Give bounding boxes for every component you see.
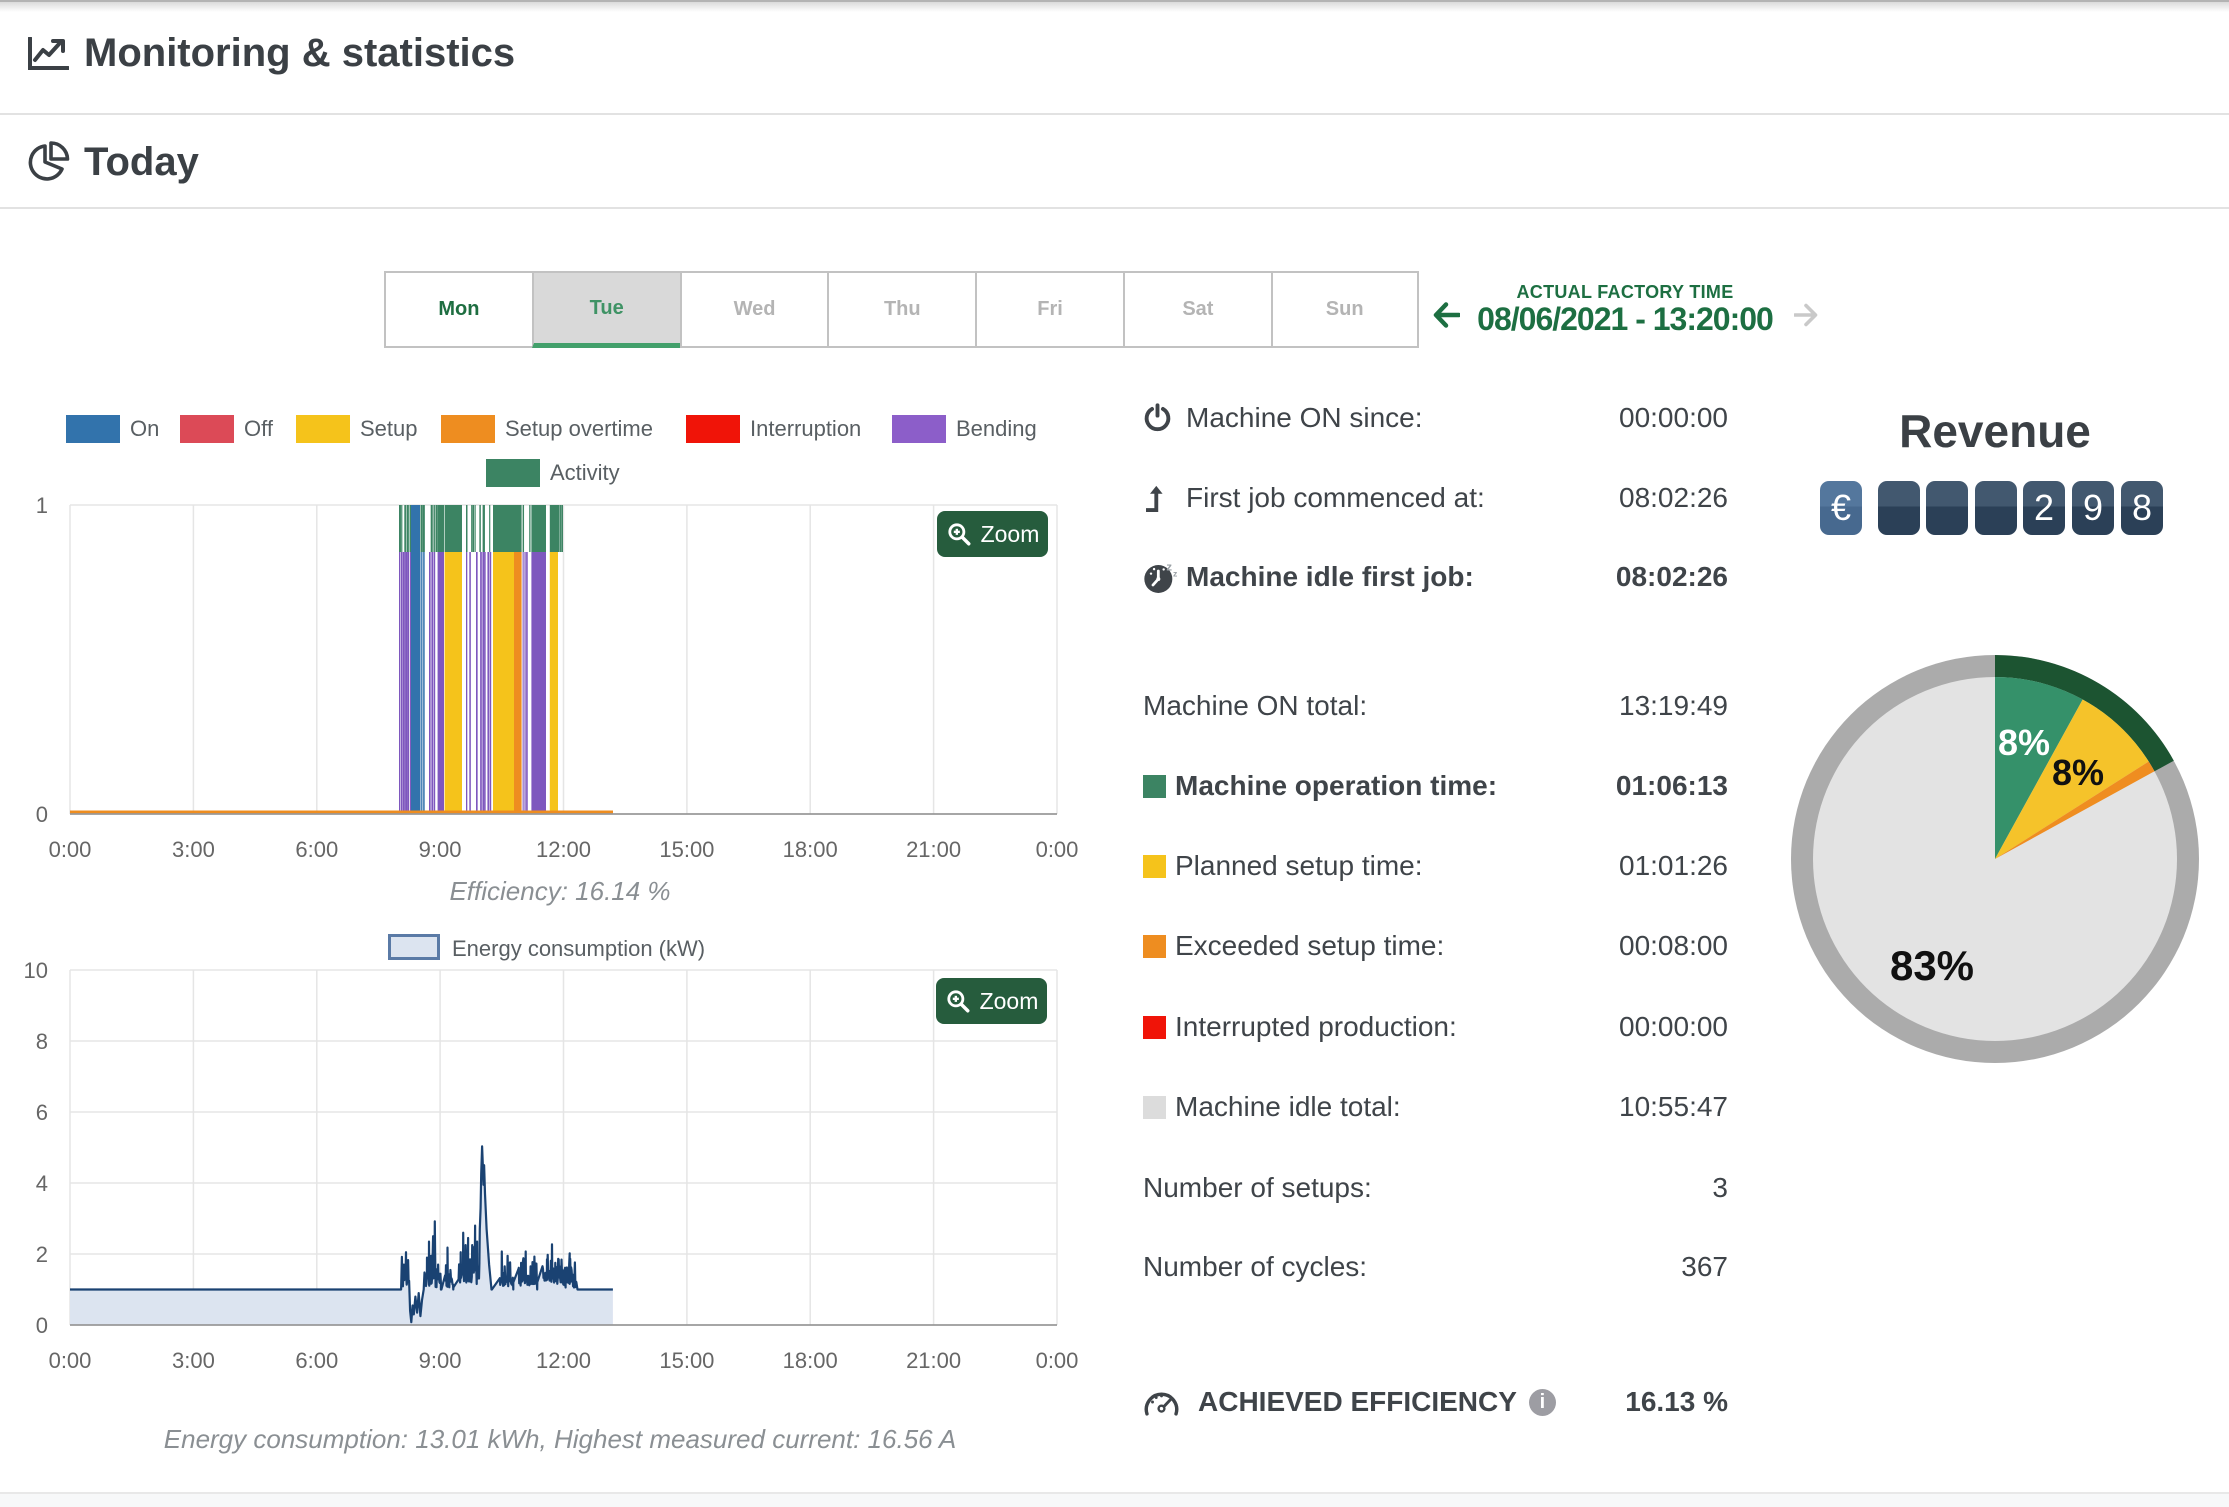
svg-text:12:00: 12:00 [536, 1348, 591, 1373]
svg-text:0:00: 0:00 [49, 837, 92, 862]
svg-text:83%: 83% [1890, 942, 1974, 989]
svg-text:0:00: 0:00 [1036, 837, 1079, 862]
svg-text:8%: 8% [2052, 752, 2104, 793]
svg-text:z: z [1166, 561, 1172, 573]
svg-text:0: 0 [36, 802, 48, 827]
svg-text:15:00: 15:00 [659, 837, 714, 862]
svg-text:18:00: 18:00 [783, 1348, 838, 1373]
svg-text:2: 2 [36, 1242, 48, 1267]
svg-text:4: 4 [36, 1171, 48, 1196]
svg-text:1: 1 [36, 493, 48, 518]
svg-text:6:00: 6:00 [295, 837, 338, 862]
svg-text:8: 8 [36, 1029, 48, 1054]
svg-text:0:00: 0:00 [1036, 1348, 1079, 1373]
svg-text:15:00: 15:00 [659, 1348, 714, 1373]
svg-text:0: 0 [36, 1313, 48, 1338]
svg-text:21:00: 21:00 [906, 1348, 961, 1373]
svg-text:0:00: 0:00 [49, 1348, 92, 1373]
svg-text:21:00: 21:00 [906, 837, 961, 862]
svg-text:6: 6 [36, 1100, 48, 1125]
svg-text:8%: 8% [1998, 722, 2050, 763]
svg-text:12:00: 12:00 [536, 837, 591, 862]
svg-text:3:00: 3:00 [172, 837, 215, 862]
svg-text:6:00: 6:00 [295, 1348, 338, 1373]
svg-text:3:00: 3:00 [172, 1348, 215, 1373]
svg-text:10: 10 [24, 958, 48, 983]
svg-text:9:00: 9:00 [419, 1348, 462, 1373]
svg-text:9:00: 9:00 [419, 837, 462, 862]
svg-text:18:00: 18:00 [783, 837, 838, 862]
svg-text:z: z [1173, 568, 1178, 578]
